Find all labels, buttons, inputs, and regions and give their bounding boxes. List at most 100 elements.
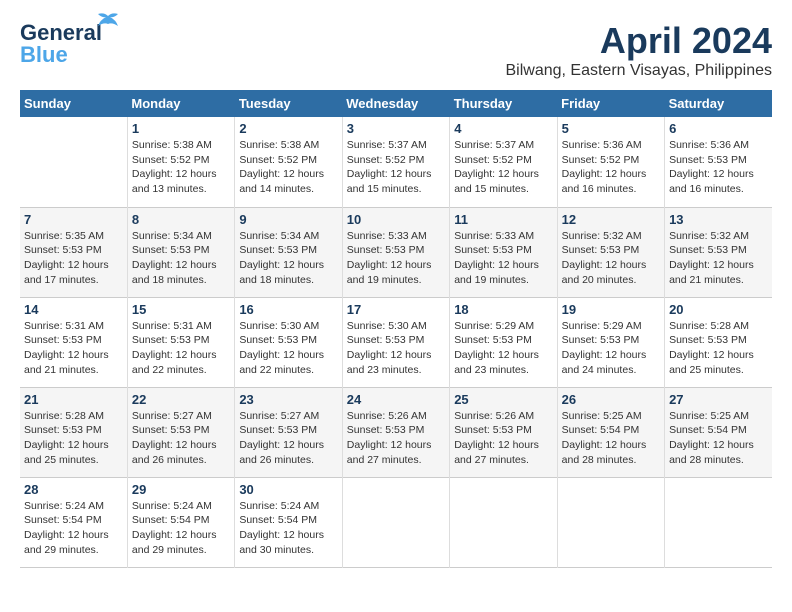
day-number: 27 bbox=[669, 392, 768, 407]
calendar-cell: 18 Sunrise: 5:29 AMSunset: 5:53 PMDaylig… bbox=[450, 297, 557, 387]
location-subtitle: Bilwang, Eastern Visayas, Philippines bbox=[505, 62, 772, 80]
calendar-cell: 13 Sunrise: 5:32 AMSunset: 5:53 PMDaylig… bbox=[665, 207, 772, 297]
day-number: 21 bbox=[24, 392, 123, 407]
day-info: Sunrise: 5:30 AMSunset: 5:53 PMDaylight:… bbox=[347, 320, 432, 376]
day-info: Sunrise: 5:28 AMSunset: 5:53 PMDaylight:… bbox=[669, 320, 754, 376]
weekday-header-friday: Friday bbox=[557, 90, 664, 117]
calendar-cell: 8 Sunrise: 5:34 AMSunset: 5:53 PMDayligh… bbox=[127, 207, 234, 297]
day-number: 14 bbox=[24, 302, 123, 317]
day-info: Sunrise: 5:35 AMSunset: 5:53 PMDaylight:… bbox=[24, 230, 109, 286]
day-info: Sunrise: 5:28 AMSunset: 5:53 PMDaylight:… bbox=[24, 410, 109, 466]
day-number: 16 bbox=[239, 302, 337, 317]
day-number: 6 bbox=[669, 121, 768, 136]
day-info: Sunrise: 5:25 AMSunset: 5:54 PMDaylight:… bbox=[562, 410, 647, 466]
day-info: Sunrise: 5:26 AMSunset: 5:53 PMDaylight:… bbox=[347, 410, 432, 466]
weekday-header-saturday: Saturday bbox=[665, 90, 772, 117]
day-info: Sunrise: 5:31 AMSunset: 5:53 PMDaylight:… bbox=[132, 320, 217, 376]
calendar-cell: 6 Sunrise: 5:36 AMSunset: 5:53 PMDayligh… bbox=[665, 117, 772, 207]
day-info: Sunrise: 5:32 AMSunset: 5:53 PMDaylight:… bbox=[562, 230, 647, 286]
header: General Blue April 2024 Bilwang, Eastern… bbox=[20, 20, 772, 80]
day-number: 5 bbox=[562, 121, 660, 136]
day-info: Sunrise: 5:31 AMSunset: 5:53 PMDaylight:… bbox=[24, 320, 109, 376]
day-info: Sunrise: 5:26 AMSunset: 5:53 PMDaylight:… bbox=[454, 410, 539, 466]
calendar-cell: 12 Sunrise: 5:32 AMSunset: 5:53 PMDaylig… bbox=[557, 207, 664, 297]
day-number: 3 bbox=[347, 121, 445, 136]
calendar-cell: 10 Sunrise: 5:33 AMSunset: 5:53 PMDaylig… bbox=[342, 207, 449, 297]
day-info: Sunrise: 5:34 AMSunset: 5:53 PMDaylight:… bbox=[239, 230, 324, 286]
day-info: Sunrise: 5:24 AMSunset: 5:54 PMDaylight:… bbox=[239, 500, 324, 556]
day-number: 18 bbox=[454, 302, 552, 317]
calendar-cell bbox=[557, 477, 664, 567]
weekday-header-wednesday: Wednesday bbox=[342, 90, 449, 117]
day-number: 10 bbox=[347, 212, 445, 227]
day-number: 13 bbox=[669, 212, 768, 227]
calendar-cell: 29 Sunrise: 5:24 AMSunset: 5:54 PMDaylig… bbox=[127, 477, 234, 567]
calendar-cell: 22 Sunrise: 5:27 AMSunset: 5:53 PMDaylig… bbox=[127, 387, 234, 477]
calendar-cell: 9 Sunrise: 5:34 AMSunset: 5:53 PMDayligh… bbox=[235, 207, 342, 297]
day-number: 26 bbox=[562, 392, 660, 407]
day-number: 29 bbox=[132, 482, 230, 497]
calendar-cell: 20 Sunrise: 5:28 AMSunset: 5:53 PMDaylig… bbox=[665, 297, 772, 387]
calendar-week-row: 14 Sunrise: 5:31 AMSunset: 5:53 PMDaylig… bbox=[20, 297, 772, 387]
day-info: Sunrise: 5:25 AMSunset: 5:54 PMDaylight:… bbox=[669, 410, 754, 466]
calendar-cell: 27 Sunrise: 5:25 AMSunset: 5:54 PMDaylig… bbox=[665, 387, 772, 477]
day-info: Sunrise: 5:33 AMSunset: 5:53 PMDaylight:… bbox=[347, 230, 432, 286]
calendar-cell bbox=[20, 117, 127, 207]
day-info: Sunrise: 5:36 AMSunset: 5:53 PMDaylight:… bbox=[669, 139, 754, 195]
calendar-cell bbox=[665, 477, 772, 567]
day-info: Sunrise: 5:38 AMSunset: 5:52 PMDaylight:… bbox=[239, 139, 324, 195]
day-info: Sunrise: 5:37 AMSunset: 5:52 PMDaylight:… bbox=[454, 139, 539, 195]
month-year-title: April 2024 bbox=[505, 20, 772, 62]
day-info: Sunrise: 5:32 AMSunset: 5:53 PMDaylight:… bbox=[669, 230, 754, 286]
day-info: Sunrise: 5:24 AMSunset: 5:54 PMDaylight:… bbox=[24, 500, 109, 556]
weekday-header-thursday: Thursday bbox=[450, 90, 557, 117]
day-number: 7 bbox=[24, 212, 123, 227]
day-number: 22 bbox=[132, 392, 230, 407]
day-info: Sunrise: 5:29 AMSunset: 5:53 PMDaylight:… bbox=[562, 320, 647, 376]
calendar-week-row: 1 Sunrise: 5:38 AMSunset: 5:52 PMDayligh… bbox=[20, 117, 772, 207]
day-number: 25 bbox=[454, 392, 552, 407]
calendar-cell: 24 Sunrise: 5:26 AMSunset: 5:53 PMDaylig… bbox=[342, 387, 449, 477]
calendar-cell: 28 Sunrise: 5:24 AMSunset: 5:54 PMDaylig… bbox=[20, 477, 127, 567]
day-info: Sunrise: 5:24 AMSunset: 5:54 PMDaylight:… bbox=[132, 500, 217, 556]
calendar-table: SundayMondayTuesdayWednesdayThursdayFrid… bbox=[20, 90, 772, 568]
calendar-cell: 11 Sunrise: 5:33 AMSunset: 5:53 PMDaylig… bbox=[450, 207, 557, 297]
calendar-week-row: 7 Sunrise: 5:35 AMSunset: 5:53 PMDayligh… bbox=[20, 207, 772, 297]
calendar-cell: 17 Sunrise: 5:30 AMSunset: 5:53 PMDaylig… bbox=[342, 297, 449, 387]
day-info: Sunrise: 5:27 AMSunset: 5:53 PMDaylight:… bbox=[132, 410, 217, 466]
day-number: 24 bbox=[347, 392, 445, 407]
day-number: 9 bbox=[239, 212, 337, 227]
day-number: 19 bbox=[562, 302, 660, 317]
calendar-week-row: 28 Sunrise: 5:24 AMSunset: 5:54 PMDaylig… bbox=[20, 477, 772, 567]
logo-bird-icon bbox=[96, 12, 120, 30]
day-info: Sunrise: 5:33 AMSunset: 5:53 PMDaylight:… bbox=[454, 230, 539, 286]
day-number: 2 bbox=[239, 121, 337, 136]
day-number: 30 bbox=[239, 482, 337, 497]
day-info: Sunrise: 5:29 AMSunset: 5:53 PMDaylight:… bbox=[454, 320, 539, 376]
day-number: 23 bbox=[239, 392, 337, 407]
calendar-cell bbox=[450, 477, 557, 567]
calendar-cell: 3 Sunrise: 5:37 AMSunset: 5:52 PMDayligh… bbox=[342, 117, 449, 207]
day-info: Sunrise: 5:36 AMSunset: 5:52 PMDaylight:… bbox=[562, 139, 647, 195]
calendar-cell: 1 Sunrise: 5:38 AMSunset: 5:52 PMDayligh… bbox=[127, 117, 234, 207]
day-info: Sunrise: 5:37 AMSunset: 5:52 PMDaylight:… bbox=[347, 139, 432, 195]
day-info: Sunrise: 5:34 AMSunset: 5:53 PMDaylight:… bbox=[132, 230, 217, 286]
logo: General Blue bbox=[20, 20, 102, 68]
calendar-cell bbox=[342, 477, 449, 567]
calendar-cell: 14 Sunrise: 5:31 AMSunset: 5:53 PMDaylig… bbox=[20, 297, 127, 387]
day-info: Sunrise: 5:38 AMSunset: 5:52 PMDaylight:… bbox=[132, 139, 217, 195]
logo-general: General bbox=[20, 20, 102, 45]
weekday-header-sunday: Sunday bbox=[20, 90, 127, 117]
day-number: 1 bbox=[132, 121, 230, 136]
calendar-cell: 19 Sunrise: 5:29 AMSunset: 5:53 PMDaylig… bbox=[557, 297, 664, 387]
calendar-cell: 5 Sunrise: 5:36 AMSunset: 5:52 PMDayligh… bbox=[557, 117, 664, 207]
weekday-header-row: SundayMondayTuesdayWednesdayThursdayFrid… bbox=[20, 90, 772, 117]
day-number: 20 bbox=[669, 302, 768, 317]
calendar-cell: 2 Sunrise: 5:38 AMSunset: 5:52 PMDayligh… bbox=[235, 117, 342, 207]
day-number: 17 bbox=[347, 302, 445, 317]
calendar-cell: 15 Sunrise: 5:31 AMSunset: 5:53 PMDaylig… bbox=[127, 297, 234, 387]
day-number: 12 bbox=[562, 212, 660, 227]
day-number: 8 bbox=[132, 212, 230, 227]
calendar-cell: 16 Sunrise: 5:30 AMSunset: 5:53 PMDaylig… bbox=[235, 297, 342, 387]
calendar-cell: 25 Sunrise: 5:26 AMSunset: 5:53 PMDaylig… bbox=[450, 387, 557, 477]
